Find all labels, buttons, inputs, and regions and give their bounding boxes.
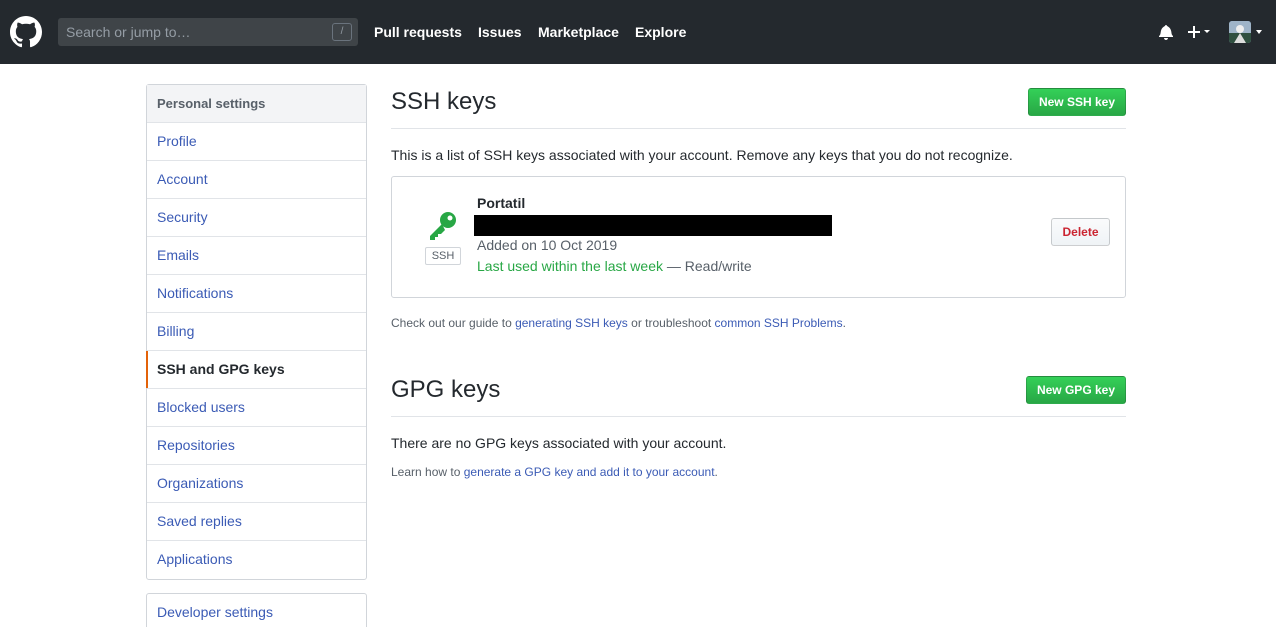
ssh-key-name: Portatil <box>477 195 526 211</box>
sidebar-item-profile[interactable]: Profile <box>147 123 366 161</box>
sidebar-item-billing[interactable]: Billing <box>147 313 366 351</box>
ssh-key-added-date: Added on 10 Oct 2019 <box>477 237 618 253</box>
generating-ssh-keys-link[interactable]: generating SSH keys <box>515 316 628 330</box>
ssh-guide-suffix: . <box>842 316 846 330</box>
sidebar-item-repositories[interactable]: Repositories <box>147 427 366 465</box>
ssh-key-usage: Last used within the last week — Read/wr… <box>477 258 752 274</box>
chevron-down-icon <box>1256 30 1262 34</box>
gpg-learn-suffix: . <box>714 465 718 479</box>
nav-pull-requests[interactable]: Pull requests <box>374 24 462 40</box>
gpg-keys-heading: GPG keys <box>391 376 501 403</box>
ssh-key-last-used: Last used within the last week <box>477 258 663 274</box>
gpg-empty-text: There are no GPG keys associated with yo… <box>391 435 727 451</box>
sidebar-heading: Personal settings <box>147 85 366 123</box>
user-menu[interactable] <box>1229 21 1265 43</box>
sidebar-item-saved-replies[interactable]: Saved replies <box>147 503 366 541</box>
sidebar-item-blocked-users[interactable]: Blocked users <box>147 389 366 427</box>
avatar <box>1229 21 1251 43</box>
delete-ssh-key-button[interactable]: Delete <box>1051 218 1110 246</box>
divider <box>391 416 1126 417</box>
sidebar-item-ssh-gpg-keys[interactable]: SSH and GPG keys <box>146 351 366 389</box>
ssh-guide-text: Check out our guide to generating SSH ke… <box>391 316 846 330</box>
top-header: / Pull requests Issues Marketplace Explo… <box>0 0 1276 64</box>
ssh-key-item: SSH Portatil Added on 10 Oct 2019 Last u… <box>391 176 1126 298</box>
redacted-fingerprint <box>474 215 832 236</box>
bell-icon[interactable] <box>1158 24 1174 40</box>
common-ssh-problems-link[interactable]: common SSH Problems <box>715 316 843 330</box>
new-ssh-key-button[interactable]: New SSH key <box>1028 88 1126 116</box>
sidebar-item-applications[interactable]: Applications <box>147 541 366 579</box>
plus-dropdown-icon[interactable] <box>1187 23 1215 41</box>
ssh-key-access: — Read/write <box>663 258 752 274</box>
key-icon <box>430 212 456 240</box>
search-input[interactable] <box>58 18 328 46</box>
ssh-guide-middle: or troubleshoot <box>627 316 715 330</box>
ssh-keys-heading: SSH keys <box>391 88 497 115</box>
nav-marketplace[interactable]: Marketplace <box>538 24 619 40</box>
search-shortcut-hint: / <box>332 23 352 41</box>
developer-settings-menu: Developer settings <box>146 593 367 627</box>
ssh-guide-prefix: Check out our guide to <box>391 316 516 330</box>
settings-sidebar: Personal settings Profile Account Securi… <box>146 84 367 580</box>
sidebar-item-account[interactable]: Account <box>147 161 366 199</box>
ssh-description: This is a list of SSH keys associated wi… <box>391 147 1013 163</box>
divider <box>391 128 1126 129</box>
sidebar-item-notifications[interactable]: Notifications <box>147 275 366 313</box>
gpg-learn-text: Learn how to generate a GPG key and add … <box>391 465 718 479</box>
nav-issues[interactable]: Issues <box>478 24 522 40</box>
ssh-type-label: SSH <box>425 247 461 265</box>
github-logo-icon[interactable] <box>10 16 42 48</box>
gpg-learn-prefix: Learn how to <box>391 465 464 479</box>
new-gpg-key-button[interactable]: New GPG key <box>1026 376 1126 404</box>
sidebar-item-emails[interactable]: Emails <box>147 237 366 275</box>
search-box[interactable]: / <box>58 18 358 46</box>
generate-gpg-key-link[interactable]: generate a GPG key and add it to your ac… <box>464 465 715 479</box>
sidebar-item-security[interactable]: Security <box>147 199 366 237</box>
sidebar-item-organizations[interactable]: Organizations <box>147 465 366 503</box>
nav-explore[interactable]: Explore <box>635 24 686 40</box>
sidebar-item-developer-settings[interactable]: Developer settings <box>147 594 366 627</box>
